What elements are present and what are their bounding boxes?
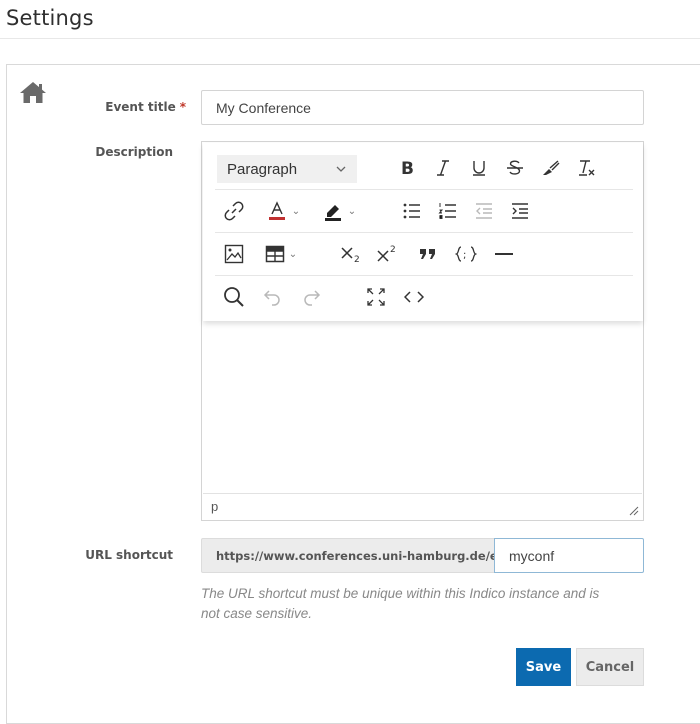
undo-button[interactable]: [259, 276, 285, 318]
text-color-button[interactable]: ⌄: [261, 190, 305, 232]
outdent-icon: [476, 203, 492, 219]
underline-icon: [473, 161, 485, 176]
superscript-icon: 2: [377, 245, 396, 262]
chevron-down-icon: [336, 166, 346, 172]
save-button[interactable]: Save: [516, 648, 571, 686]
horizontal-rule-button[interactable]: [491, 233, 517, 275]
numbered-list-icon: [438, 203, 456, 219]
block-format-select[interactable]: Paragraph: [217, 155, 357, 183]
horizontal-rule-icon: [495, 253, 513, 255]
redo-icon: [304, 290, 321, 306]
block-format-value: Paragraph: [227, 160, 298, 178]
undo-icon: [263, 290, 280, 306]
outdent-button[interactable]: [471, 190, 497, 232]
fullscreen-icon: [367, 288, 385, 306]
element-path[interactable]: p: [211, 499, 218, 514]
format-painter-icon: [543, 160, 560, 175]
quote-icon: [420, 249, 435, 259]
italic-icon: [437, 160, 449, 176]
indent-icon: [512, 203, 528, 219]
highlight-dropdown-icon: ⌄: [347, 205, 357, 217]
url-shortcut-input[interactable]: myconf: [494, 538, 644, 573]
underline-button[interactable]: [467, 147, 491, 189]
svg-text:2: 2: [390, 245, 396, 255]
blockquote-button[interactable]: [415, 233, 441, 275]
superscript-button[interactable]: 2: [375, 233, 401, 275]
description-label: Description: [95, 145, 173, 159]
bold-icon: B: [401, 159, 414, 177]
search-icon: [224, 287, 244, 307]
toolbar-row-1: Paragraph B: [215, 147, 633, 190]
event-title-label-text: Event title: [105, 100, 176, 114]
image-icon: [224, 244, 244, 264]
clear-formatting-icon: [579, 160, 595, 176]
link-button[interactable]: [221, 190, 247, 232]
format-painter-button[interactable]: [539, 147, 563, 189]
highlight-color-button[interactable]: ⌄: [315, 190, 363, 232]
text-color-icon: [268, 201, 285, 220]
url-shortcut-label: URL shortcut: [85, 548, 173, 562]
italic-button[interactable]: [431, 147, 455, 189]
find-replace-button[interactable]: [221, 276, 247, 318]
subscript-button[interactable]: 2: [339, 233, 365, 275]
source-code-button[interactable]: [401, 276, 427, 318]
toolbar-row-2: ⌄ ⌄: [215, 190, 633, 233]
page-title: Settings: [6, 6, 94, 30]
editor-status-bar: p: [203, 493, 642, 519]
bold-button[interactable]: B: [395, 147, 419, 189]
title-divider: [0, 38, 700, 39]
link-icon: [224, 201, 244, 221]
numbered-list-button[interactable]: [435, 190, 461, 232]
subscript-icon: 2: [341, 247, 360, 264]
table-icon: [265, 245, 285, 263]
svg-text:B: B: [401, 159, 414, 177]
source-code-icon: [404, 291, 424, 303]
cancel-button[interactable]: Cancel: [576, 648, 644, 686]
strikethrough-button[interactable]: [503, 147, 527, 189]
required-marker: *: [179, 100, 186, 114]
indent-button[interactable]: [507, 190, 533, 232]
code-sample-icon: ;: [455, 246, 477, 262]
bulleted-list-button[interactable]: [399, 190, 425, 232]
table-dropdown-icon: ⌄: [288, 248, 298, 260]
redo-button[interactable]: [299, 276, 325, 318]
url-shortcut-help: The URL shortcut must be unique within t…: [201, 586, 600, 621]
editor-toolbar: Paragraph B ⌄ ⌄ ⌄ 2 2 ;: [203, 143, 643, 321]
toolbar-row-3: ⌄ 2 2 ;: [215, 233, 633, 276]
insert-image-button[interactable]: [221, 233, 247, 275]
svg-text:2: 2: [354, 255, 360, 264]
url-prefix: https://www.conferences.uni-hamburg.de/e…: [201, 538, 502, 573]
description-editor[interactable]: Paragraph B ⌄ ⌄ ⌄ 2 2 ; p: [201, 141, 644, 521]
strikethrough-icon: [507, 160, 523, 175]
highlight-icon: [324, 205, 341, 221]
event-title-input[interactable]: My Conference: [201, 90, 644, 125]
code-sample-button[interactable]: ;: [451, 233, 481, 275]
svg-text:;: ;: [463, 250, 466, 261]
insert-table-button[interactable]: ⌄: [259, 233, 303, 275]
clear-formatting-button[interactable]: [575, 147, 599, 189]
fullscreen-button[interactable]: [363, 276, 389, 318]
resize-handle-icon[interactable]: [629, 506, 639, 516]
toolbar-row-4: [215, 276, 633, 318]
text-color-dropdown-icon: ⌄: [291, 205, 301, 217]
bulleted-list-icon: [403, 203, 420, 219]
home-icon[interactable]: [18, 80, 48, 104]
event-title-label: Event title *: [96, 100, 186, 114]
